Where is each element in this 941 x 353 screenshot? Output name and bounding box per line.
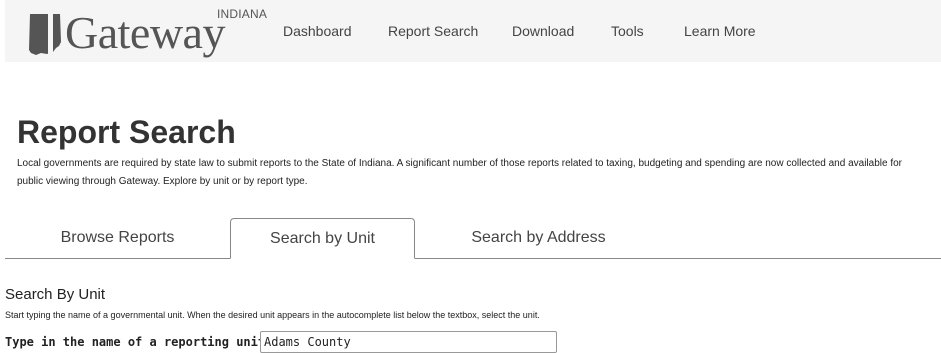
gateway-logo[interactable]: Gateway INDIANA (23, 6, 267, 58)
nav-report-search[interactable]: Report Search (388, 22, 478, 40)
nav-tools[interactable]: Tools (611, 22, 644, 40)
indiana-state-icon (29, 14, 61, 55)
search-instructions: Start typing the name of a governmental … (5, 310, 540, 320)
page-intro: Local governments are required by state … (17, 158, 902, 187)
logo-wordmark: Gateway (65, 7, 225, 58)
nav-learn-more[interactable]: Learn More (684, 22, 756, 40)
nav-dashboard[interactable]: Dashboard (283, 22, 352, 40)
tab-browse-reports[interactable]: Browse Reports (5, 218, 230, 258)
tab-search-by-unit[interactable]: Search by Unit (230, 218, 415, 259)
tab-baseline (5, 258, 941, 259)
reporting-unit-input[interactable] (260, 331, 557, 353)
page-title: Report Search (17, 114, 236, 150)
reporting-unit-label: Type in the name of a reporting unit: (5, 335, 273, 349)
site-header: Gateway INDIANA Dashboard Report Search … (5, 0, 941, 62)
search-tabs: Browse Reports Search by Unit Search by … (5, 218, 941, 259)
search-by-unit-heading: Search By Unit (5, 286, 106, 303)
tab-search-by-address[interactable]: Search by Address (415, 218, 662, 258)
nav-download[interactable]: Download (512, 22, 574, 40)
logo-state-label: INDIANA (217, 7, 268, 21)
